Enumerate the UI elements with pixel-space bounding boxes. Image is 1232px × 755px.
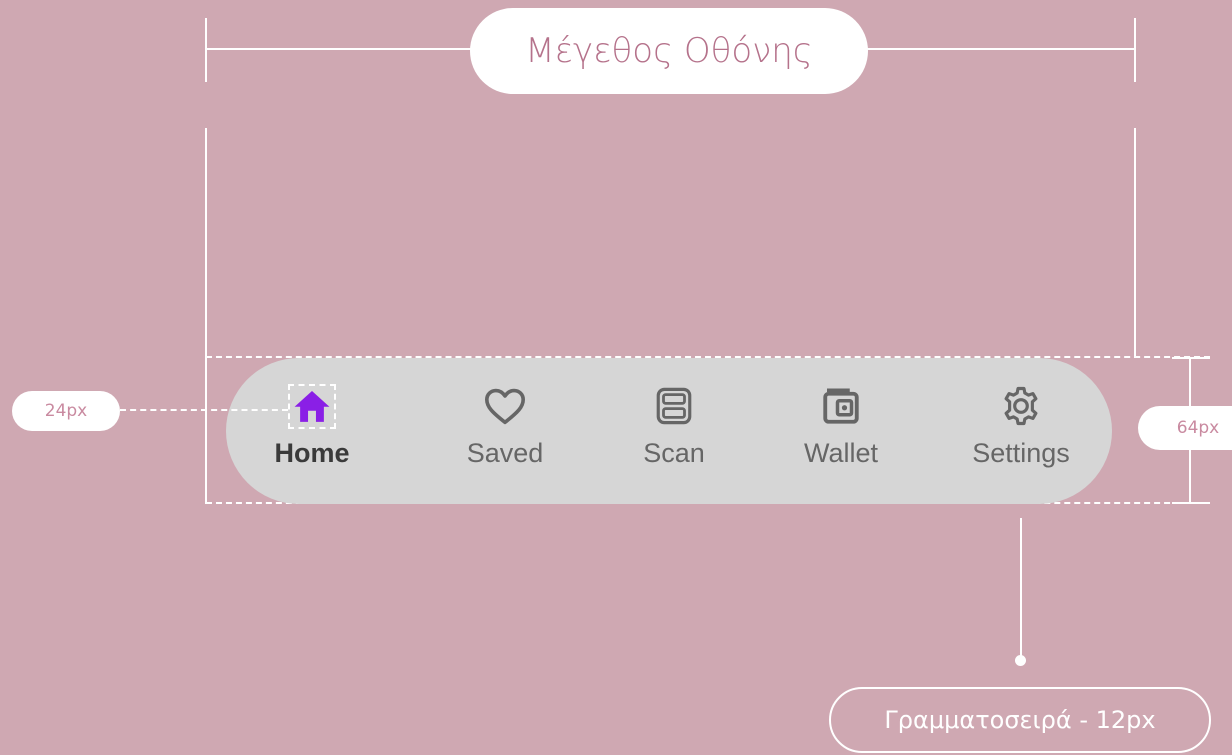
nav-item-settings[interactable]: Settings	[946, 358, 1096, 504]
screen-width-tick-right	[1134, 18, 1136, 82]
nav-item-home[interactable]: Home	[237, 358, 387, 504]
nav-label-home: Home	[274, 438, 350, 468]
nav-label-settings: Settings	[972, 438, 1070, 468]
heart-icon	[483, 384, 527, 428]
icon-size-connector	[120, 409, 288, 411]
wallet-icon	[819, 384, 863, 428]
gear-icon	[999, 384, 1043, 428]
bottom-navigation-bar: Home Saved Scan Wallet Settings	[226, 358, 1112, 504]
screen-size-label: Μέγεθος Οθόνης	[470, 8, 868, 94]
nav-item-saved[interactable]: Saved	[430, 358, 580, 504]
icon-size-label: 24px	[12, 391, 120, 431]
font-connector-line	[1020, 518, 1022, 660]
screen-frame-right	[1134, 128, 1136, 358]
screen-width-tick-left	[205, 18, 207, 82]
screen-frame-left	[205, 128, 207, 504]
bar-height-label: 64px	[1138, 406, 1232, 450]
nav-label-saved: Saved	[466, 438, 544, 468]
font-size-label: Γραμματοσειρά - 12px	[829, 687, 1211, 753]
bar-height-tick-top	[1172, 357, 1210, 359]
nav-label-wallet: Wallet	[803, 438, 878, 468]
bar-height-tick-bottom	[1172, 502, 1210, 504]
nav-item-wallet[interactable]: Wallet	[766, 358, 916, 504]
nav-label-scan: Scan	[643, 438, 705, 468]
icon-size-bounding-box	[288, 384, 336, 429]
font-connector-dot	[1015, 655, 1026, 666]
scan-icon	[652, 384, 696, 428]
nav-item-scan[interactable]: Scan	[599, 358, 749, 504]
